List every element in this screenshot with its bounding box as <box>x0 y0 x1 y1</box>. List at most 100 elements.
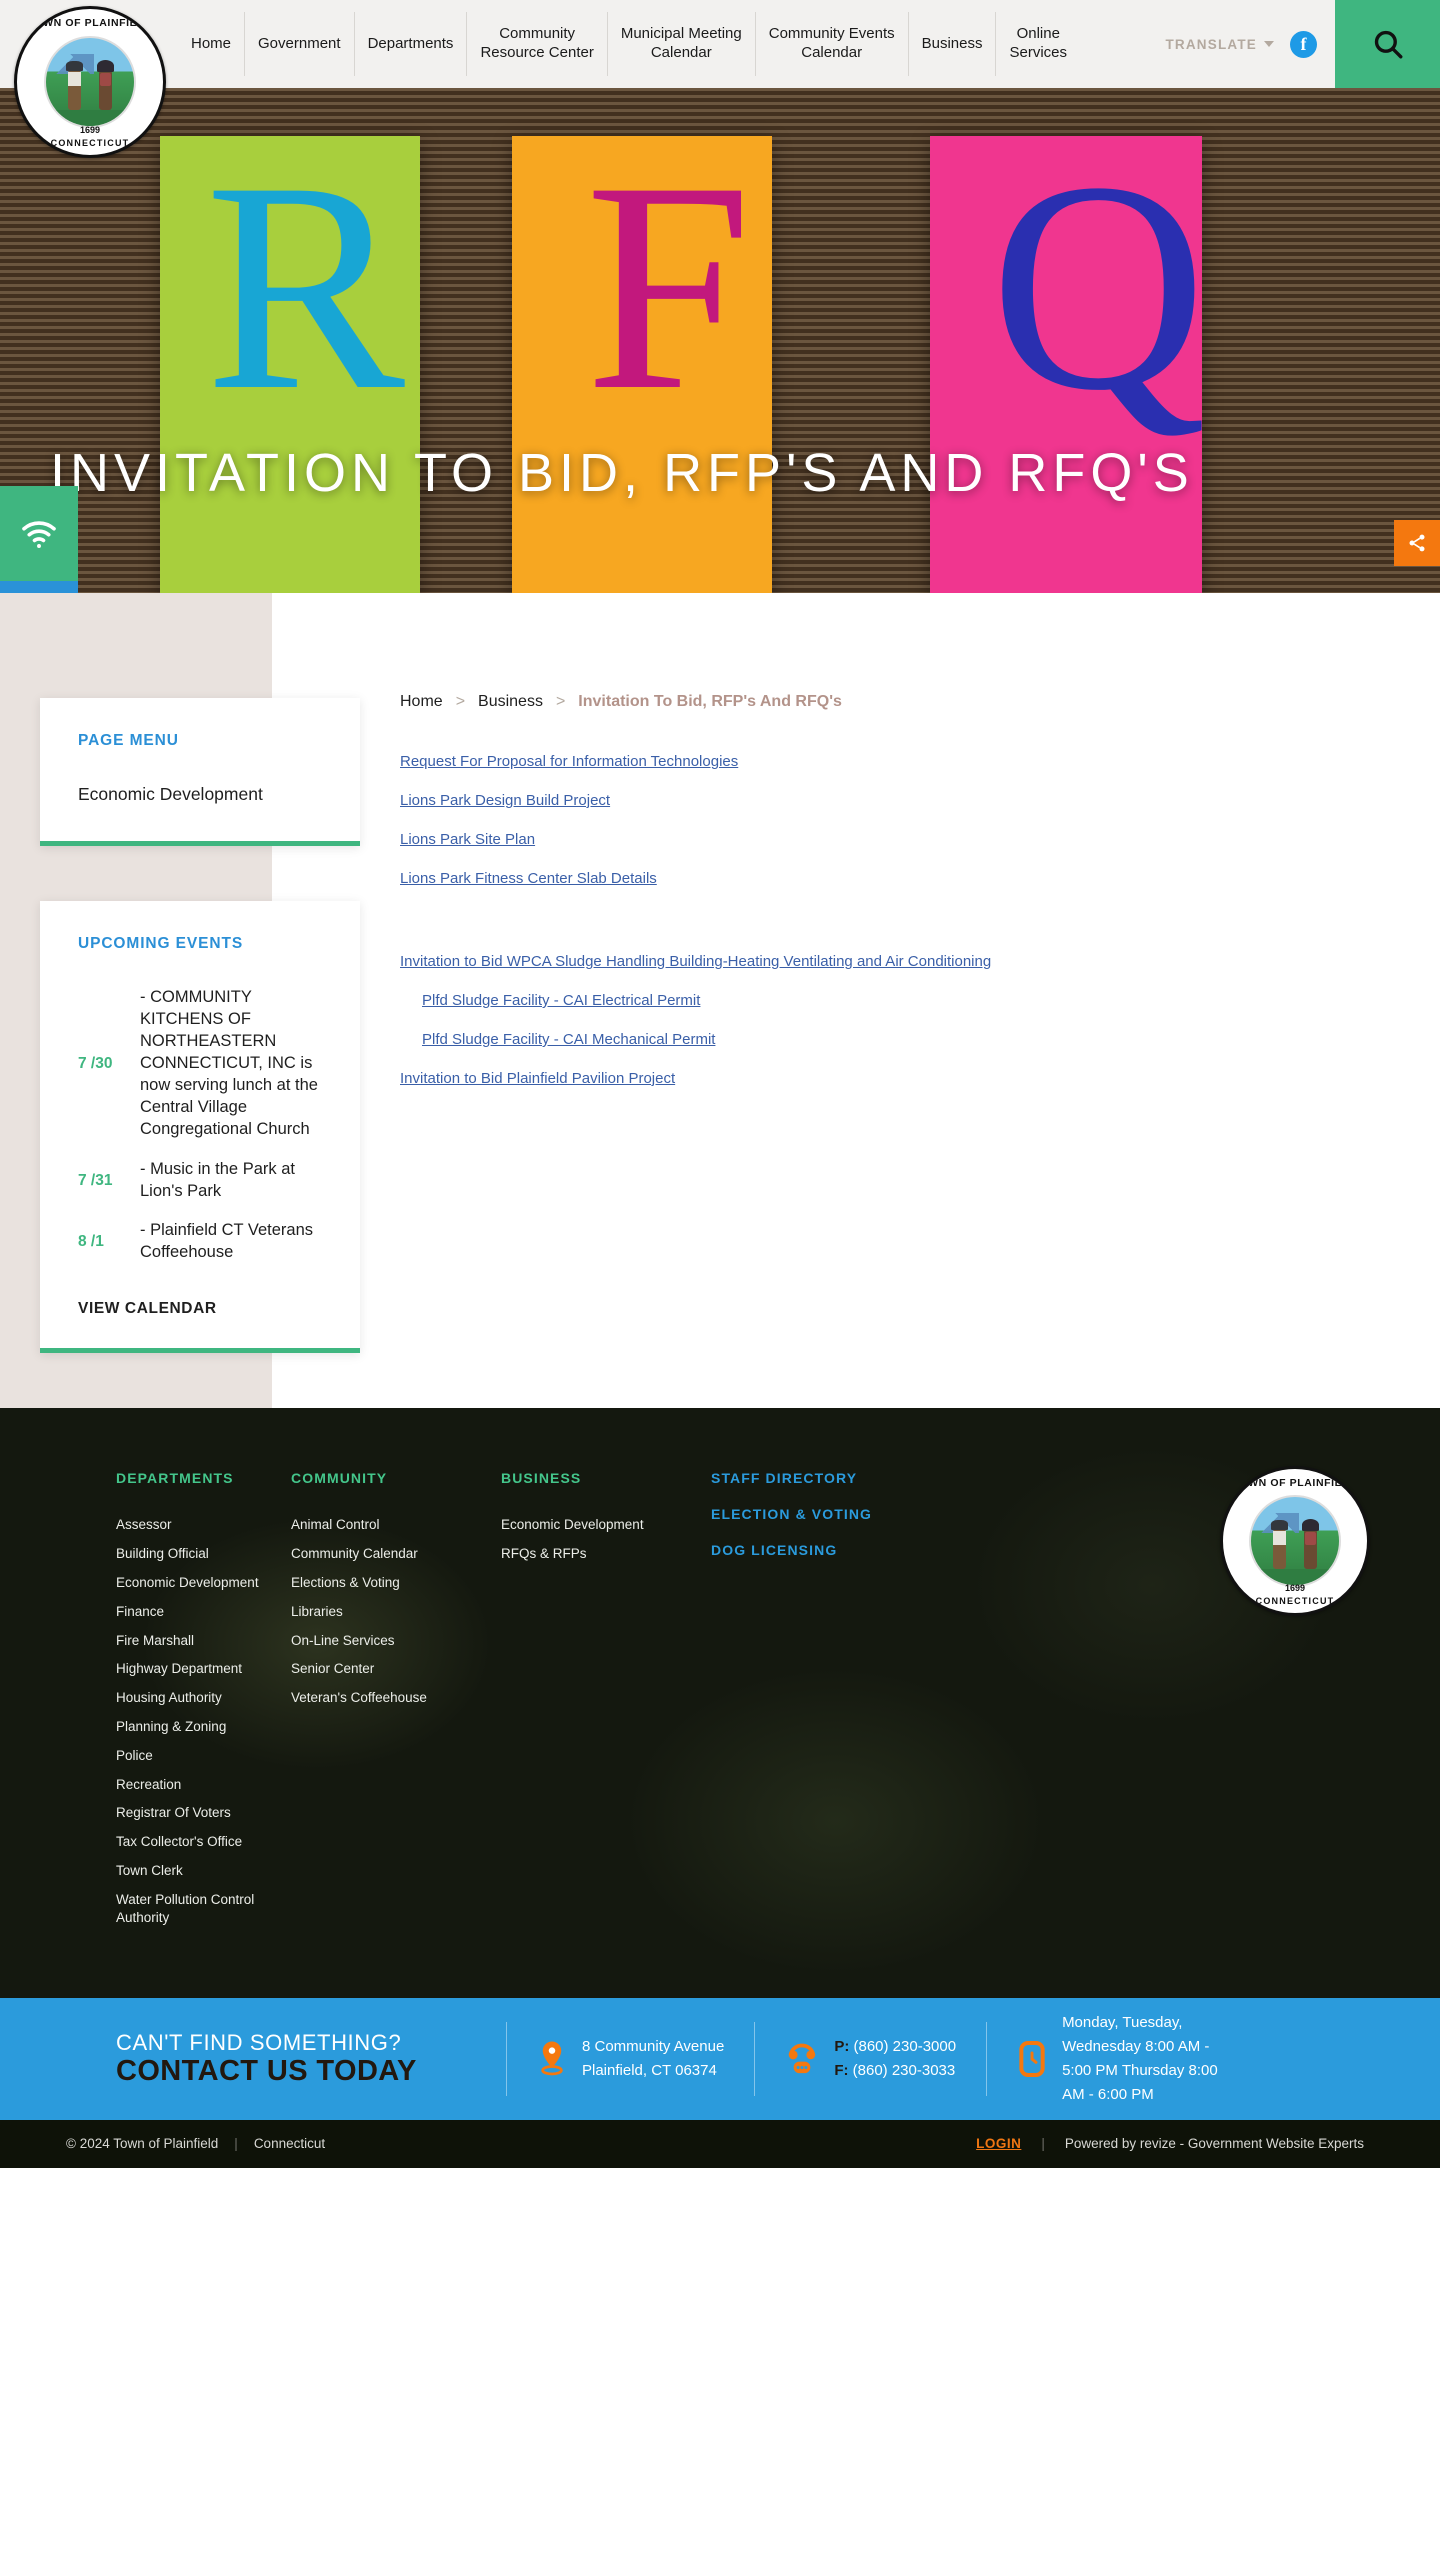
nav-item-community-events-calendar[interactable]: Community Events Calendar <box>756 12 909 76</box>
nav-item-government[interactable]: Government <box>245 12 355 76</box>
footer-link[interactable]: Assessor <box>116 1516 281 1534</box>
footer-link[interactable]: Building Official <box>116 1545 281 1563</box>
site-header: TOWN OF PLAINFIELD 1699 CONNECTICUT Home… <box>0 0 1440 158</box>
site-footer: DEPARTMENTS Assessor Building Official E… <box>0 1408 1440 1998</box>
login-link[interactable]: LOGIN <box>976 2136 1021 2151</box>
footer-link-staff-directory[interactable]: STAFF DIRECTORY <box>711 1470 971 1486</box>
event-item[interactable]: 8 /1 - Plainfield CT Veterans Coffeehous… <box>78 1220 322 1264</box>
nav-item-municipal-meeting-calendar[interactable]: Municipal Meeting Calendar <box>608 12 756 76</box>
footer-link[interactable]: Registrar Of Voters <box>116 1804 281 1822</box>
footer-link[interactable]: Planning & Zoning <box>116 1718 281 1736</box>
document-link[interactable]: Lions Park Site Plan <box>400 831 1370 848</box>
footer-heading-departments: DEPARTMENTS <box>116 1470 234 1487</box>
wifi-glyph <box>22 520 56 548</box>
document-link[interactable]: Plfd Sludge Facility - CAI Mechanical Pe… <box>422 1031 1370 1048</box>
footer-link[interactable]: Water Pollution Control Authority <box>116 1891 281 1927</box>
contact-divider <box>986 2021 988 2096</box>
document-link[interactable]: Invitation to Bid Plainfield Pavilion Pr… <box>400 1070 1370 1087</box>
contact-divider <box>754 2021 756 2096</box>
nav-item-departments[interactable]: Departments <box>355 12 468 76</box>
fax-line: F: (860) 230-3033 <box>834 2059 956 2083</box>
document-link-group-1: Request For Proposal for Information Tec… <box>400 753 1370 887</box>
nav-item-home[interactable]: Home <box>178 12 246 76</box>
search-button[interactable] <box>1335 0 1440 88</box>
wifi-icon[interactable] <box>0 486 78 581</box>
contact-divider <box>506 2021 507 2096</box>
seal-native-figure <box>97 60 114 110</box>
footer-link[interactable]: Veteran's Coffeehouse <box>291 1689 491 1707</box>
footer-link[interactable]: Senior Center <box>291 1660 491 1678</box>
copyright-right: LOGIN | Powered by revize - Government W… <box>976 2136 1364 2151</box>
document-link[interactable]: Lions Park Fitness Center Slab Details <box>400 870 1370 887</box>
contact-hours: Monday, Tuesday, Wednesday 8:00 AM - 5:0… <box>1017 2011 1234 2107</box>
waves-icon[interactable] <box>0 581 78 593</box>
nav-item-business[interactable]: Business <box>909 12 997 76</box>
footer-link[interactable]: RFQs & RFPs <box>501 1545 701 1563</box>
footer-link[interactable]: Highway Department <box>116 1660 281 1678</box>
document-link[interactable]: Lions Park Design Build Project <box>400 792 1370 809</box>
footer-link-dog-licensing[interactable]: DOG LICENSING <box>711 1542 971 1558</box>
document-link-group-2: Invitation to Bid WPCA Sludge Handling B… <box>400 953 1370 1087</box>
footer-column-departments: DEPARTMENTS Assessor Building Official E… <box>116 1470 281 1937</box>
footer-link[interactable]: Community Calendar <box>291 1545 491 1563</box>
footer-link[interactable]: Housing Authority <box>116 1689 281 1707</box>
quick-access-rail-right <box>1394 520 1440 566</box>
event-item[interactable]: 7 /30 - COMMUNITY KITCHENS OF NORTHEASTE… <box>78 987 322 1141</box>
document-link[interactable]: Request For Proposal for Information Tec… <box>400 753 1370 770</box>
footer-link[interactable]: Libraries <box>291 1603 491 1621</box>
breadcrumb-separator: > <box>555 693 566 710</box>
page-menu-card: PAGE MENU Economic Development <box>40 698 360 846</box>
seal-year: 1699 <box>1284 1583 1306 1594</box>
footer-heading-business: BUSINESS <box>501 1470 582 1487</box>
seal-settler-figure <box>1271 1520 1288 1570</box>
footer-link[interactable]: Finance <box>116 1603 281 1621</box>
hero-letter-f: F <box>585 120 752 452</box>
event-item[interactable]: 7 /31 - Music in the Park at Lion's Park <box>78 1159 322 1203</box>
view-calendar-link[interactable]: VIEW CALENDAR <box>78 1300 322 1318</box>
breadcrumb-business[interactable]: Business <box>478 693 543 711</box>
seal-state: CONNECTICUT <box>1255 1596 1335 1607</box>
seal-state: CONNECTICUT <box>50 138 130 148</box>
phone-text: P: (860) 230-3000 F: (860) 230-3033 <box>834 2035 956 2083</box>
facebook-icon[interactable]: f <box>1290 30 1317 58</box>
footer-heading-community: COMMUNITY <box>291 1470 388 1487</box>
footer-link[interactable]: Economic Development <box>501 1516 701 1534</box>
document-link[interactable]: Invitation to Bid WPCA Sludge Handling B… <box>400 953 1370 970</box>
upcoming-events-card: UPCOMING EVENTS 7 /30 - COMMUNITY KITCHE… <box>40 901 360 1354</box>
footer-column-community: COMMUNITY Animal Control Community Calen… <box>291 1470 491 1937</box>
page-menu-item-economic-development[interactable]: Economic Development <box>78 784 322 805</box>
address-line-1: 8 Community Avenue <box>582 2037 725 2055</box>
footer-link[interactable]: Elections & Voting <box>291 1574 491 1592</box>
main-navigation: Home Government Departments Community Re… <box>178 0 1440 88</box>
copyright-bar: © 2024 Town of Plainfield | Connecticut … <box>0 2119 1440 2168</box>
address-text: 8 Community Avenue Plainfield, CT 06374 <box>582 2035 724 2083</box>
phone-number[interactable]: (860) 230-3000 <box>853 2038 956 2055</box>
footer-link[interactable]: Recreation <box>116 1776 281 1794</box>
footer-link[interactable]: Animal Control <box>291 1516 491 1534</box>
breadcrumb-home[interactable]: Home <box>400 693 443 711</box>
translate-dropdown[interactable]: TRANSLATE <box>1149 37 1290 52</box>
town-seal-footer: TOWN OF PLAINFIELD 1699 CONNECTICUT <box>1220 1466 1370 1617</box>
phone-icon <box>788 2043 816 2073</box>
event-date: 7 /31 <box>78 1171 113 1189</box>
footer-link[interactable]: Economic Development <box>116 1574 281 1592</box>
search-icon <box>1374 30 1402 59</box>
footer-link[interactable]: Town Clerk <box>116 1862 281 1880</box>
event-date: 7 /30 <box>78 1054 113 1072</box>
copyright-divider: | <box>1041 2136 1045 2151</box>
seal-year: 1699 <box>79 125 101 135</box>
site-logo[interactable]: TOWN OF PLAINFIELD 1699 CONNECTICUT <box>14 6 166 158</box>
footer-link[interactable]: Police <box>116 1747 281 1765</box>
page-menu-title: PAGE MENU <box>78 732 179 749</box>
footer-link[interactable]: On-Line Services <box>291 1632 491 1650</box>
document-link[interactable]: Plfd Sludge Facility - CAI Electrical Pe… <box>422 992 1370 1009</box>
footer-link-election-voting[interactable]: ELECTION & VOTING <box>711 1506 971 1522</box>
footer-link[interactable]: Tax Collector's Office <box>116 1833 281 1851</box>
nav-item-community-resource-center[interactable]: Community Resource Center <box>467 12 608 76</box>
footer-link[interactable]: Fire Marshall <box>116 1632 281 1650</box>
nav-item-online-services[interactable]: Online Services <box>996 12 1080 76</box>
share-icon[interactable] <box>1394 520 1440 566</box>
footer-logo[interactable]: TOWN OF PLAINFIELD 1699 CONNECTICUT <box>1220 1466 1370 1617</box>
clock-icon <box>1019 2040 1045 2077</box>
